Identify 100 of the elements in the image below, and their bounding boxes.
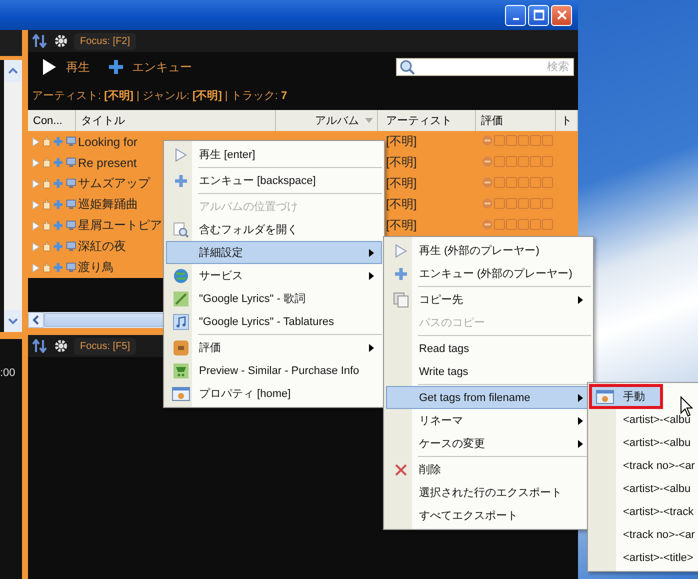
monitor-icon[interactable] — [66, 240, 76, 253]
rating-stars[interactable] — [482, 156, 553, 166]
play-icon[interactable] — [32, 262, 40, 274]
play-icon[interactable] — [32, 136, 40, 148]
title-cell-text: 巡姫舞踊曲 — [77, 196, 138, 213]
menu-item[interactable]: サービス — [166, 264, 382, 287]
menu-item[interactable]: 再生 (外部のプレーヤー) — [386, 239, 591, 262]
magnifier-icon — [173, 222, 189, 238]
menu-item[interactable]: すべてエクスポート — [386, 504, 591, 527]
submenu-arrow-icon — [578, 416, 584, 424]
plus-icon[interactable] — [53, 156, 64, 169]
sort-arrows-icon[interactable] — [32, 339, 48, 353]
submenu-arrow-icon — [369, 272, 375, 280]
menu-item[interactable]: <track no>-<ar — [590, 454, 698, 477]
monitor-icon[interactable] — [66, 177, 76, 190]
rating-stars[interactable] — [482, 218, 553, 230]
menu-item[interactable]: ケースの変更 — [386, 432, 591, 455]
clear-rating-icon[interactable] — [482, 176, 493, 188]
sort-caret-icon — [365, 118, 373, 124]
menu-item[interactable]: プロパティ [home] — [166, 382, 382, 405]
plus-icon — [394, 266, 408, 280]
clear-rating-icon[interactable] — [482, 156, 493, 166]
chevron-up-icon — [8, 67, 18, 75]
delete-icon — [394, 462, 408, 476]
menu-item[interactable]: 削除 — [386, 458, 591, 481]
music-note-icon — [173, 314, 189, 330]
play-icon[interactable] — [32, 178, 40, 190]
menu-item[interactable]: 手動 — [590, 385, 662, 408]
settings-icon[interactable] — [54, 339, 68, 353]
minimize-button[interactable] — [505, 4, 526, 26]
plus-icon[interactable] — [53, 177, 64, 190]
focus-label: Focus: [F2] — [74, 32, 136, 50]
menu-item[interactable]: <artist>-<title> — [590, 546, 698, 569]
close-button[interactable] — [551, 4, 572, 26]
sort-arrows-icon[interactable] — [32, 34, 48, 48]
menu-item[interactable]: "Google Lyrics" - Tablatures — [166, 310, 382, 333]
plus-icon[interactable] — [53, 261, 64, 274]
submenu-arrow-icon — [369, 344, 375, 352]
artist-cell: [不明] — [386, 197, 417, 211]
menu-item[interactable]: <artist>-<track — [590, 500, 698, 523]
artist-cell: [不明] — [386, 176, 417, 190]
enqueue-button[interactable]: エンキュー — [106, 56, 194, 78]
menu-item[interactable]: Preview - Similar - Purchase Info — [166, 359, 382, 382]
menu-item[interactable]: リネーマ — [386, 409, 591, 432]
rating-stars[interactable] — [482, 134, 553, 146]
menu-item[interactable]: 選択された行のエクスポート — [386, 481, 591, 504]
monitor-icon[interactable] — [66, 198, 76, 211]
scroll-left-button[interactable] — [28, 312, 44, 328]
plus-icon[interactable] — [53, 219, 64, 232]
submenu-arrow-icon — [369, 248, 375, 256]
maximize-button[interactable] — [528, 4, 549, 26]
menu-item[interactable]: 再生 [enter] — [166, 143, 382, 166]
play-icon[interactable] — [32, 156, 40, 168]
maximize-icon — [532, 9, 544, 21]
menu-item[interactable]: 含むフォルダを開く — [166, 218, 382, 241]
scroll-up-button[interactable] — [4, 60, 22, 82]
menu-item[interactable]: "Google Lyrics" - 歌詞 — [166, 287, 382, 310]
plus-icon — [174, 174, 188, 188]
menu-item[interactable]: 評価 — [166, 336, 382, 359]
menu-item[interactable]: <artist>-<albu — [590, 431, 698, 454]
play-button[interactable]: 再生 — [38, 56, 92, 78]
scroll-down-button[interactable] — [4, 310, 22, 332]
time-text: :00 — [0, 367, 16, 379]
play-icon[interactable] — [32, 240, 40, 252]
menu-item[interactable]: 詳細設定 — [166, 241, 382, 264]
play-icon[interactable] — [32, 220, 40, 232]
menu-item[interactable]: <artist>-<albu — [590, 408, 698, 431]
settings-icon[interactable] — [54, 34, 68, 48]
monitor-icon[interactable] — [66, 135, 76, 148]
plus-icon[interactable] — [53, 240, 64, 253]
menu-item[interactable]: エンキュー (外部のプレーヤー) — [386, 262, 591, 285]
minimize-icon — [512, 18, 518, 20]
artist-cell: [不明] — [386, 134, 417, 148]
box-icon — [173, 340, 189, 356]
clear-rating-icon[interactable] — [482, 198, 493, 208]
copy-icon — [393, 292, 409, 308]
rating-stars[interactable] — [482, 198, 553, 208]
play-icon[interactable] — [32, 198, 40, 210]
menu-item[interactable]: エンキュー [backspace] — [166, 169, 382, 192]
title-cell-text: Looking for — [77, 134, 138, 148]
play-icon — [394, 244, 408, 258]
search-field[interactable]: 検索 — [396, 58, 574, 76]
clear-rating-icon[interactable] — [482, 134, 493, 146]
menu-item[interactable]: コピー先 — [386, 288, 591, 311]
chevron-left-icon — [32, 315, 40, 325]
clear-rating-icon[interactable] — [482, 218, 493, 230]
menu-item[interactable]: <track no>-<ar — [590, 523, 698, 546]
menu-item[interactable]: Read tags — [386, 337, 591, 360]
submenu-arrow-icon — [578, 440, 584, 448]
menu-item[interactable]: Write tags — [386, 360, 591, 383]
chevron-down-icon — [8, 317, 18, 325]
monitor-icon[interactable] — [66, 156, 76, 169]
menu-item[interactable]: <artist>-<albu — [590, 477, 698, 500]
plus-icon[interactable] — [53, 135, 64, 148]
window-icon — [172, 386, 190, 400]
plus-icon[interactable] — [53, 198, 64, 211]
rating-stars[interactable] — [482, 176, 553, 188]
monitor-icon[interactable] — [66, 261, 76, 274]
monitor-icon[interactable] — [66, 219, 76, 232]
title-cell-text: 深紅の夜 — [77, 238, 126, 255]
